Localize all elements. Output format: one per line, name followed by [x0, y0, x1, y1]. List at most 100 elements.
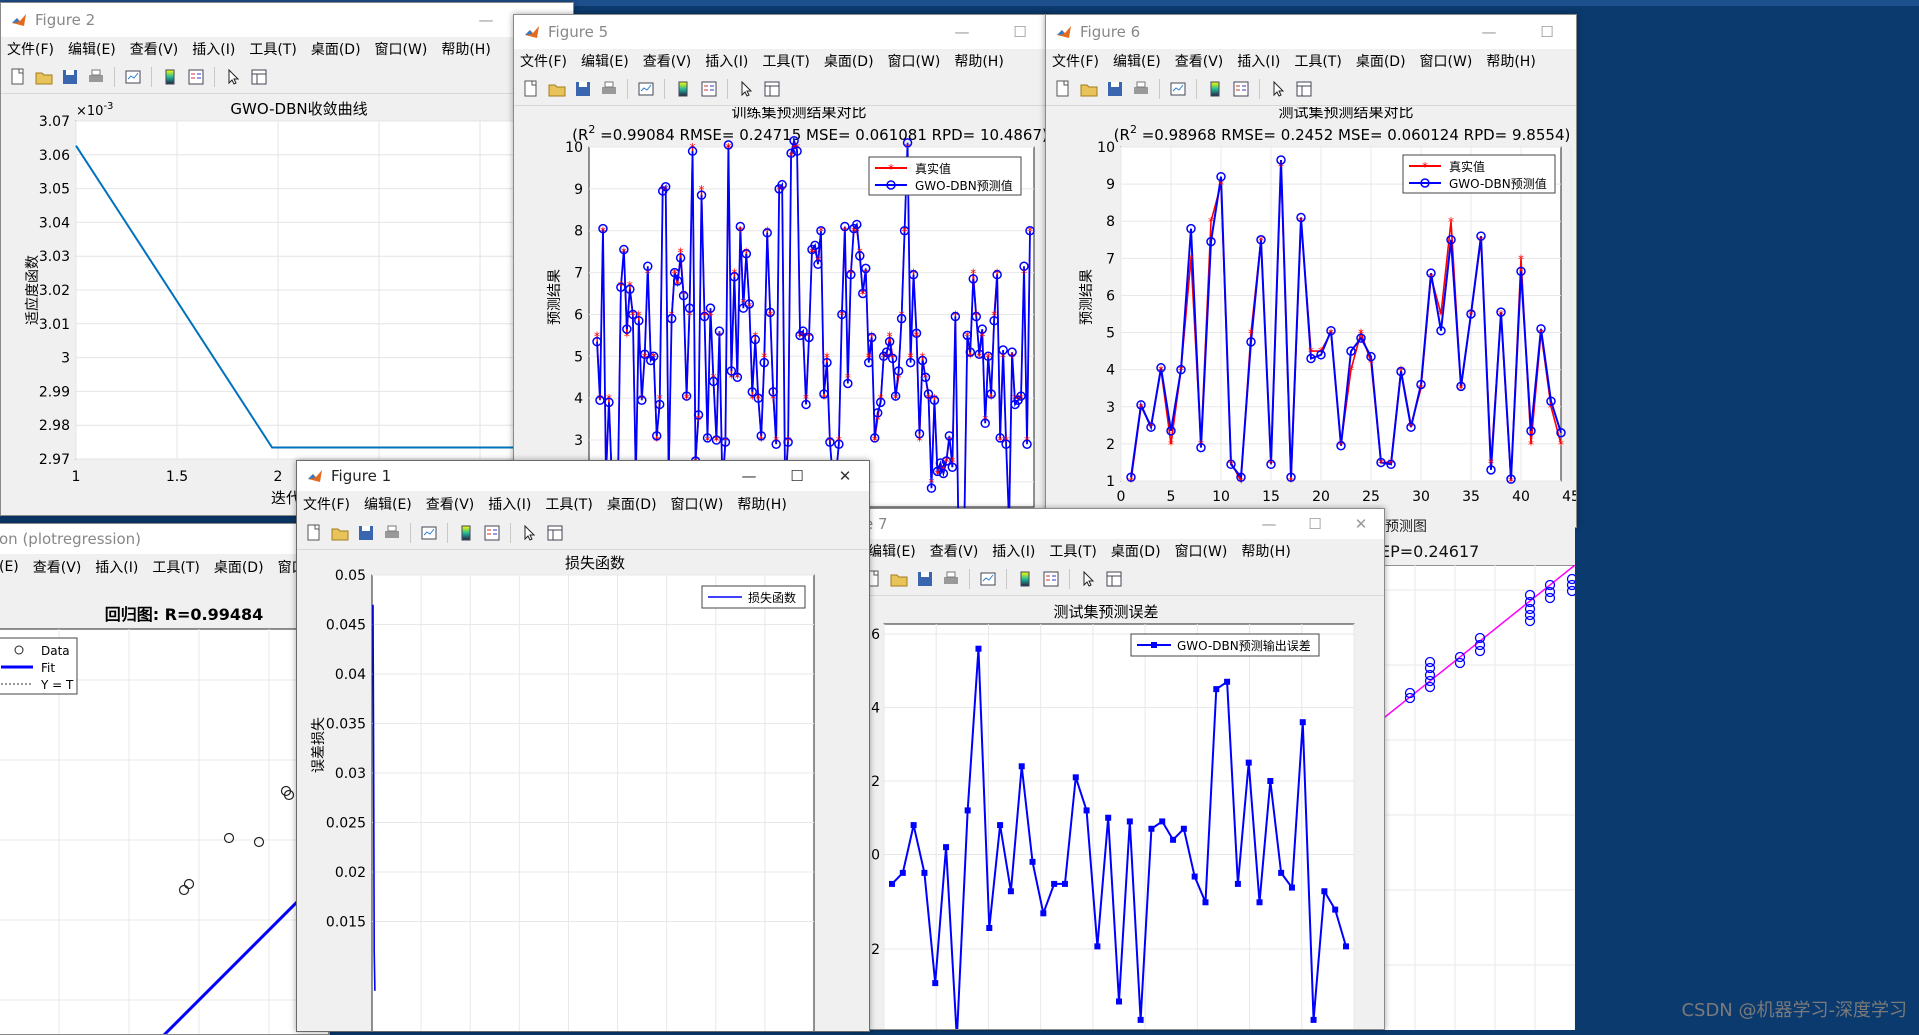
minimize-button[interactable]: —	[1460, 15, 1518, 49]
menu-item[interactable]: 工具(T)	[1049, 541, 1096, 561]
menu-item[interactable]: 编辑(E)	[868, 541, 916, 561]
pointer-icon[interactable]	[1268, 79, 1288, 99]
save-icon[interactable]	[60, 67, 80, 87]
property-editor-icon[interactable]	[545, 523, 565, 543]
maximize-button[interactable]: ☐	[1518, 15, 1576, 49]
insert-colorbar-icon[interactable]	[456, 523, 476, 543]
figure1-window[interactable]: Figure 1 — ☐ ✕ 文件(F) 编辑(E) 查看(V) 插入(I) 工具(T)…	[296, 460, 870, 1032]
maximize-button[interactable]: ☐	[773, 461, 821, 491]
save-icon[interactable]	[573, 79, 593, 99]
menu-item[interactable]: 窗口(W)	[1175, 541, 1228, 561]
menu-item[interactable]: 插入(I)	[705, 51, 748, 71]
pointer-icon[interactable]	[1078, 569, 1098, 589]
menu-item[interactable]: (E)	[0, 559, 19, 575]
figure7-titlebar[interactable]: e 7 — ☐ ✕	[856, 509, 1384, 539]
prediction-window[interactable]: 预测图 EP=0.24617	[1375, 510, 1575, 1030]
pointer-icon[interactable]	[736, 79, 756, 99]
save-icon[interactable]	[1105, 79, 1125, 99]
link-plot-icon[interactable]	[636, 79, 656, 99]
link-plot-icon[interactable]	[123, 67, 143, 87]
regression-titlebar[interactable]: on (plotregression)	[0, 524, 329, 554]
print-icon[interactable]	[382, 523, 402, 543]
insert-colorbar-icon[interactable]	[160, 67, 180, 87]
menu-item[interactable]: 查看(V)	[130, 39, 179, 59]
link-plot-icon[interactable]	[1168, 79, 1188, 99]
property-editor-icon[interactable]	[762, 79, 782, 99]
property-editor-icon[interactable]	[249, 67, 269, 87]
menu-item[interactable]: 查看(V)	[930, 541, 979, 561]
regression-window[interactable]: on (plotregression) (E) 查看(V) 插入(I) 工具(T) 桌面…	[0, 523, 330, 1035]
maximize-button[interactable]: ☐	[991, 15, 1049, 49]
menu-item[interactable]: 窗口(W)	[888, 51, 941, 71]
figure5-titlebar[interactable]: Figure 5 — ☐	[514, 15, 1049, 49]
menu-item[interactable]: 文件(F)	[1052, 51, 1099, 71]
print-icon[interactable]	[1131, 79, 1151, 99]
minimize-button[interactable]: —	[1246, 509, 1292, 539]
menu-item[interactable]: 桌面(D)	[1356, 51, 1406, 71]
menu-item[interactable]: 查看(V)	[33, 557, 82, 577]
insert-legend-icon[interactable]	[699, 79, 719, 99]
open-folder-icon[interactable]	[1079, 79, 1099, 99]
link-plot-icon[interactable]	[978, 569, 998, 589]
open-folder-icon[interactable]	[547, 79, 567, 99]
menu-item[interactable]: 编辑(E)	[1113, 51, 1161, 71]
pointer-icon[interactable]	[519, 523, 539, 543]
open-folder-icon[interactable]	[889, 569, 909, 589]
property-editor-icon[interactable]	[1104, 569, 1124, 589]
menu-item[interactable]: 窗口(W)	[671, 494, 724, 514]
menu-item[interactable]: 桌面(D)	[824, 51, 874, 71]
menu-item[interactable]: 插入(I)	[95, 557, 138, 577]
figure2-titlebar[interactable]: Figure 2 — ☐	[1, 3, 573, 37]
menu-item[interactable]: 桌面(D)	[311, 39, 361, 59]
menu-item[interactable]: 窗口(W)	[375, 39, 428, 59]
pointer-icon[interactable]	[223, 67, 243, 87]
menu-item[interactable]: 帮助(H)	[954, 51, 1003, 71]
menu-item[interactable]: 工具(T)	[762, 51, 809, 71]
insert-colorbar-icon[interactable]	[1205, 79, 1225, 99]
menu-item[interactable]: 工具(T)	[249, 39, 296, 59]
menu-item[interactable]: 插入(I)	[192, 39, 235, 59]
close-button[interactable]: ✕	[1338, 509, 1384, 539]
insert-legend-icon[interactable]	[1231, 79, 1251, 99]
insert-legend-icon[interactable]	[482, 523, 502, 543]
menu-item[interactable]: 查看(V)	[1175, 51, 1224, 71]
property-editor-icon[interactable]	[1294, 79, 1314, 99]
menu-item[interactable]: 窗口(W)	[1420, 51, 1473, 71]
new-file-icon[interactable]	[1053, 79, 1073, 99]
menu-item[interactable]: 插入(I)	[1237, 51, 1280, 71]
insert-colorbar-icon[interactable]	[1015, 569, 1035, 589]
menu-item[interactable]: 文件(F)	[520, 51, 567, 71]
menu-item[interactable]: 插入(I)	[488, 494, 531, 514]
figure6-titlebar[interactable]: Figure 6 — ☐	[1046, 15, 1576, 49]
menu-item[interactable]: 编辑(E)	[581, 51, 629, 71]
figure6-window[interactable]: Figure 6 — ☐ 文件(F) 编辑(E) 查看(V) 插入(I) 工具(T) 桌面…	[1045, 14, 1577, 528]
print-icon[interactable]	[599, 79, 619, 99]
figure1-titlebar[interactable]: Figure 1 — ☐ ✕	[297, 461, 869, 491]
open-folder-icon[interactable]	[330, 523, 350, 543]
maximize-button[interactable]: ☐	[1292, 509, 1338, 539]
menu-item[interactable]: 帮助(H)	[1241, 541, 1290, 561]
minimize-button[interactable]: —	[933, 15, 991, 49]
minimize-button[interactable]: —	[725, 461, 773, 491]
menu-item[interactable]: 工具(T)	[1294, 51, 1341, 71]
menu-item[interactable]: 桌面(D)	[1111, 541, 1161, 561]
new-file-icon[interactable]	[521, 79, 541, 99]
menu-item[interactable]: 编辑(E)	[364, 494, 412, 514]
print-icon[interactable]	[86, 67, 106, 87]
save-icon[interactable]	[915, 569, 935, 589]
insert-legend-icon[interactable]	[186, 67, 206, 87]
menu-item[interactable]: 帮助(H)	[441, 39, 490, 59]
menu-item[interactable]: 查看(V)	[643, 51, 692, 71]
menu-item[interactable]: 帮助(H)	[1486, 51, 1535, 71]
menu-item[interactable]: 编辑(E)	[68, 39, 116, 59]
menu-item[interactable]: 帮助(H)	[737, 494, 786, 514]
menu-item[interactable]: 文件(F)	[7, 39, 54, 59]
menu-item[interactable]: 桌面(D)	[214, 557, 264, 577]
figure7-window[interactable]: e 7 — ☐ ✕ 编辑(E) 查看(V) 插入(I) 工具(T) 桌面(D) 窗口(W)…	[855, 508, 1385, 1030]
menu-item[interactable]: 工具(T)	[152, 557, 199, 577]
insert-legend-icon[interactable]	[1041, 569, 1061, 589]
link-plot-icon[interactable]	[419, 523, 439, 543]
minimize-button[interactable]: —	[457, 3, 515, 37]
menu-item[interactable]: 工具(T)	[545, 494, 592, 514]
print-icon[interactable]	[941, 569, 961, 589]
